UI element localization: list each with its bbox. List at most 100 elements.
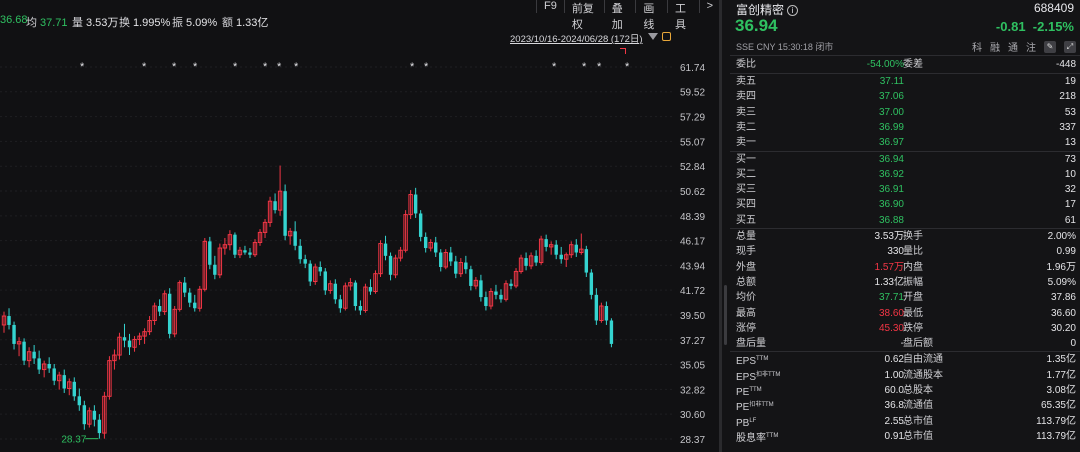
candle-body (333, 283, 338, 300)
ask-row: 卖一 36.97 13 (736, 135, 1076, 150)
ask-row: 卖四 37.06 218 (736, 89, 1076, 104)
y-tick-label: 32.82 (680, 385, 705, 396)
event-star-marker: * (625, 61, 630, 73)
ask-volume: 337 (1059, 121, 1076, 133)
info-icon[interactable]: i (787, 5, 799, 16)
edit-icon[interactable]: ✎ (1044, 40, 1056, 53)
candle-body (303, 259, 307, 264)
candle-body (167, 293, 172, 334)
ask-row: 卖二 36.99 337 (736, 120, 1076, 135)
bid-volume: 10 (1064, 168, 1076, 180)
stat-label2: 量比 (903, 246, 923, 258)
candle-body (484, 297, 488, 307)
candle-body (449, 252, 453, 262)
expand-icon[interactable]: ⤢ (1064, 40, 1076, 53)
stat-value: 1.57万 (874, 261, 904, 273)
candle-body (464, 262, 468, 270)
ask-row: 卖三 37.00 53 (736, 105, 1076, 120)
stat-row: 总量 3.53万 换手 2.00% (736, 229, 1076, 244)
y-tick-label: 39.50 (680, 311, 705, 322)
candle-body (47, 363, 51, 369)
ask-label: 卖四 (736, 91, 756, 103)
bid-label: 买三 (736, 184, 756, 196)
tag-2[interactable]: 通 (1008, 39, 1018, 54)
bid-label: 买二 (736, 168, 756, 180)
candle-body (273, 201, 277, 211)
candle-body (283, 191, 287, 236)
stat-row: 均价 37.71 开盘 37.86 (736, 290, 1076, 305)
candle-body (77, 396, 81, 406)
candle-body (22, 341, 26, 361)
weibi-value: -54.00% (866, 59, 904, 70)
stat-value2: 37.86 (1050, 292, 1076, 304)
kline-chart-panel[interactable]: 36.68 均 37.71 量 3.53万换 1.995% 振 5.09% 额 1.33亿 F9 前… (0, 0, 720, 452)
candle-body (213, 264, 217, 275)
event-star-marker: * (582, 61, 587, 73)
bid-price: 36.90 (878, 199, 904, 211)
stat-value: 3.53万 (874, 231, 904, 242)
candle-body (248, 252, 252, 255)
candle-body (52, 368, 56, 381)
stock-app: 36.68 均 37.71 量 3.53万换 1.995% 振 5.09% 额 1.33亿 F9 前… (0, 0, 1080, 452)
fund-label: 股息率TTM (736, 429, 778, 446)
bid-price: 36.88 (878, 214, 904, 226)
event-star-marker: * (142, 61, 147, 73)
stat-row: 涨停 45.30 跌停 30.20 (736, 321, 1076, 336)
stat-value: 1.33亿 (874, 276, 904, 288)
stat-label: 涨停 (736, 322, 756, 334)
bid-volume: 32 (1064, 184, 1076, 196)
fund-value: 60.0 (884, 385, 904, 396)
stat-value2: 0.99 (1056, 246, 1076, 258)
fundamental-row: PE扣非TTM 36.8 流通值 65.35亿 (736, 398, 1076, 413)
tag-1[interactable]: 融 (990, 39, 1000, 54)
bid-row: 买二 36.92 10 (736, 167, 1076, 182)
candle-body (82, 405, 87, 425)
bid-price: 36.94 (878, 153, 904, 165)
exchange-meta: SSE CNY 15:30:18 闭市 (736, 42, 834, 52)
tag-3[interactable]: 注 (1026, 39, 1036, 54)
stat-label2: 盘后额 (903, 338, 933, 350)
y-tick-label: 52.84 (680, 162, 705, 173)
y-tick-label: 55.07 (680, 137, 705, 148)
fund-label-text: PE (736, 402, 750, 414)
candle-body (423, 236, 428, 249)
stat-label: 总额 (736, 276, 756, 288)
y-tick-label: 61.74 (680, 63, 705, 74)
fund-label-text: EPS (736, 356, 757, 368)
fund-label2: 流通股本 (903, 369, 943, 381)
weidiff-value: -448 (1055, 59, 1076, 70)
event-star-marker: * (193, 61, 198, 73)
fundamental-row: EPSTTM 0.62 自由流通 1.35亿 (736, 352, 1076, 367)
event-star-marker: * (410, 61, 415, 73)
weidiff-label: 委差 (903, 59, 923, 70)
stat-value: 45.30 (878, 322, 904, 334)
candle-body (594, 294, 599, 321)
fund-label-sup: 扣非TTM (749, 402, 774, 409)
event-star-marker: * (597, 61, 602, 73)
stat-label: 现手 (736, 246, 756, 258)
candlestick-chart[interactable]: 61.74 59.52 57.29 55.07 52.84 50.62 48.39 46.17… (0, 0, 720, 452)
weibi-row: 委比 -54.00% 委差 -448 (736, 57, 1076, 72)
candle-body (388, 255, 393, 275)
candle-body (353, 282, 358, 307)
fund-label-sup: 扣非TTM (756, 371, 781, 378)
fund-label2: 自由流通 (903, 354, 943, 366)
scrollbar[interactable] (724, 285, 727, 345)
y-tick-label: 37.27 (680, 336, 705, 347)
candle-body (127, 340, 132, 348)
bid-row: 买一 36.94 73 (736, 152, 1076, 167)
bid-price: 36.91 (878, 184, 904, 196)
candle-body (609, 320, 614, 344)
stat-value2: 36.60 (1050, 307, 1076, 319)
candle-body (243, 250, 247, 253)
panel-divider[interactable] (719, 0, 722, 452)
y-tick-label: 41.72 (680, 286, 705, 297)
stat-row: 现手 330 量比 0.99 (736, 244, 1076, 259)
tag-0[interactable]: 科 (972, 39, 982, 54)
candle-body (183, 282, 187, 293)
stat-value: 330 (887, 246, 904, 258)
fund-value: 36.8 (884, 400, 904, 412)
candle-body (439, 252, 443, 267)
fund-value2: 113.79亿 (1036, 430, 1076, 442)
fund-value2: 3.08亿 (1046, 385, 1076, 396)
